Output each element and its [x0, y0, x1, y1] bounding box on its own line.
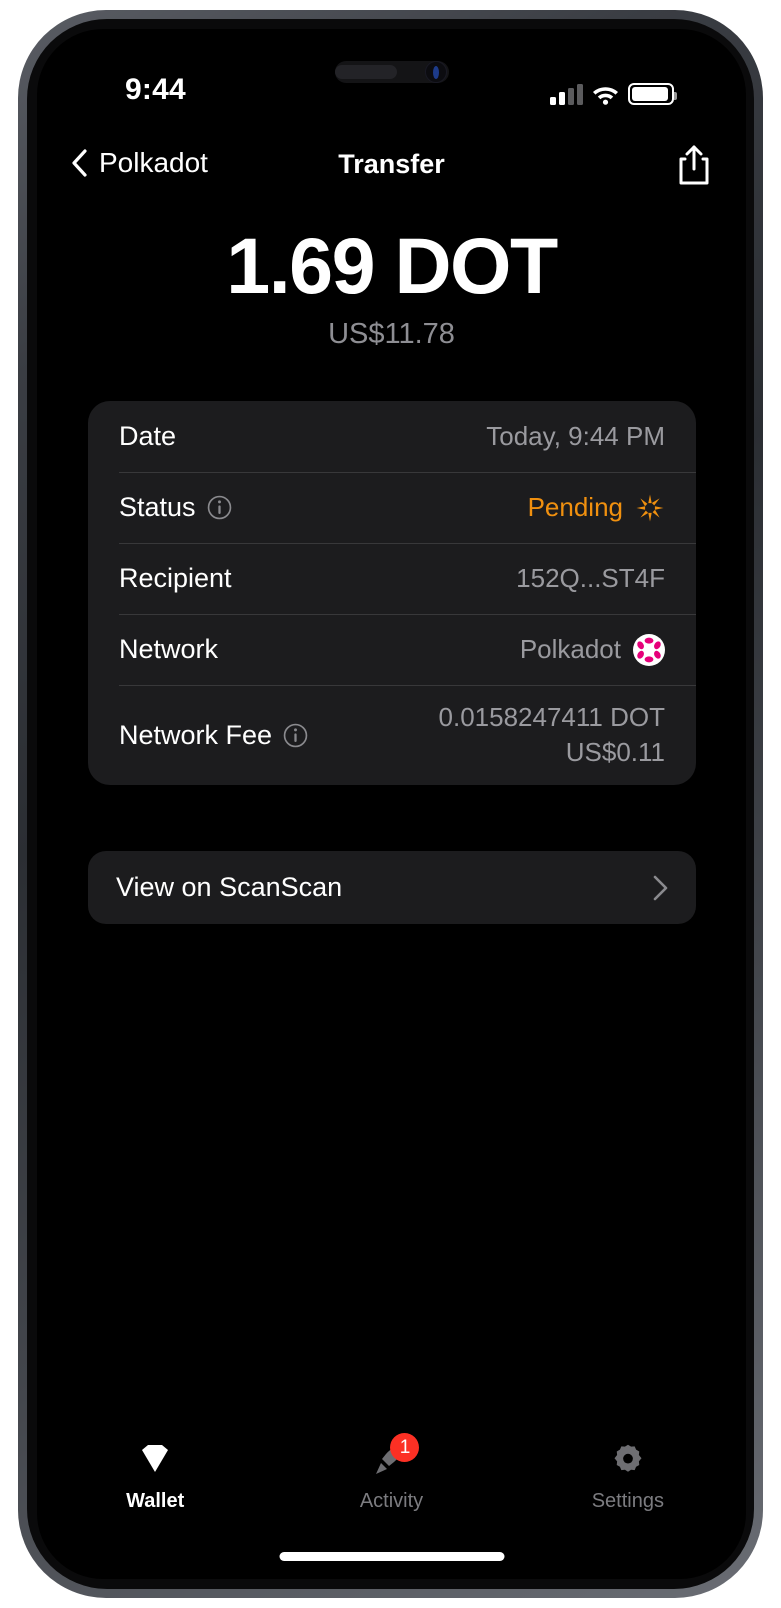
- wifi-icon: [593, 87, 618, 105]
- row-value: Polkadot: [519, 634, 621, 664]
- row-label-group: Status: [119, 492, 232, 523]
- info-icon[interactable]: [207, 495, 232, 520]
- row-label: Network: [119, 634, 219, 664]
- row-value-group: 0.0158247411 DOT US$0.11: [439, 702, 665, 768]
- tab-settings-label: Settings: [591, 1490, 664, 1512]
- table-row-network: Network Polkadot: [88, 614, 696, 685]
- home-indicator[interactable]: [279, 1552, 504, 1561]
- table-row-status: Status Pending: [88, 472, 696, 543]
- phone-screen: 9:44 Polkadot Transfer 1.69 DOT US$11.78…: [37, 29, 746, 1579]
- battery-icon: [628, 83, 677, 105]
- share-icon[interactable]: [674, 143, 714, 187]
- network-fee-crypto: 0.0158247411 DOT: [438, 702, 665, 732]
- row-label: Recipient: [119, 563, 232, 593]
- table-row-recipient: Recipient 152Q...ST4F: [88, 543, 696, 614]
- transfer-amount: 1.69 DOT: [226, 221, 558, 310]
- polkadot-logo-icon: [633, 633, 665, 666]
- view-on-explorer-button[interactable]: View on ScanScan: [88, 851, 696, 924]
- transfer-amount-section: 1.69 DOT US$11.78: [37, 221, 746, 351]
- gear-icon: [606, 1441, 650, 1479]
- row-label: Status: [119, 492, 196, 522]
- status-bar-indicators: [550, 77, 677, 105]
- view-on-explorer-label: View on ScanScan: [116, 872, 343, 902]
- row-value: 152Q...ST4F: [516, 563, 665, 593]
- tab-wallet-label: Wallet: [126, 1490, 185, 1512]
- row-label: Network Fee: [119, 719, 273, 750]
- transaction-details-card: Date Today, 9:44 PM Status Pending Recip…: [88, 401, 696, 785]
- row-value-group: Polkadot: [519, 633, 665, 666]
- rocket-icon: 1: [369, 1433, 420, 1479]
- network-fee-fiat: US$0.11: [565, 737, 665, 767]
- chevron-right-icon: [653, 875, 668, 900]
- tab-activity[interactable]: 1 Activity: [273, 1433, 509, 1531]
- bottom-tab-bar: Wallet 1 Activity Settings: [37, 1433, 746, 1531]
- status-badge: Pending: [527, 492, 623, 522]
- spinner-icon: [636, 494, 664, 521]
- diamond-icon: [133, 1441, 177, 1479]
- page-title: Transfer: [338, 149, 445, 179]
- table-row-date: Date Today, 9:44 PM: [88, 401, 696, 472]
- row-label: Date: [119, 421, 177, 451]
- device-frame: 9:44 Polkadot Transfer 1.69 DOT US$11.78…: [18, 10, 763, 1598]
- row-value: Today, 9:44 PM: [486, 421, 665, 451]
- status-bar-time: 9:44: [125, 73, 186, 106]
- status-bar: 9:44: [37, 73, 746, 121]
- row-label-group: Network Fee: [119, 720, 308, 751]
- tab-settings[interactable]: Settings: [510, 1435, 746, 1531]
- tab-wallet[interactable]: Wallet: [37, 1435, 273, 1531]
- info-icon[interactable]: [283, 723, 308, 748]
- tab-activity-label: Activity: [359, 1490, 424, 1512]
- cellular-signal-icon: [550, 84, 583, 105]
- transfer-amount-fiat: US$11.78: [328, 317, 455, 350]
- row-value-group: Pending: [528, 492, 665, 523]
- activity-badge: 1: [390, 1433, 420, 1462]
- navigation-bar: Polkadot Transfer: [37, 141, 746, 203]
- table-row-network-fee: Network Fee 0.0158247411 DOT US$0.11: [88, 685, 696, 785]
